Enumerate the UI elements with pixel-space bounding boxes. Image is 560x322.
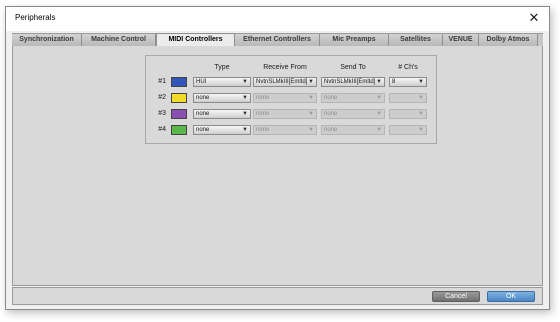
receive-from-value: none bbox=[256, 95, 270, 101]
tab-synchronization[interactable]: Synchronization bbox=[12, 34, 82, 46]
close-icon[interactable]: ✕ bbox=[527, 10, 541, 26]
send-to-dropdown: none ▼ bbox=[321, 125, 385, 135]
send-to-value: none bbox=[324, 111, 338, 117]
channels-value: 8 bbox=[392, 79, 396, 85]
peripherals-window: Peripherals ✕ Synchronization Machine Co… bbox=[5, 6, 550, 310]
chevron-down-icon: ▼ bbox=[308, 127, 314, 133]
chevron-down-icon: ▼ bbox=[308, 79, 314, 85]
chevron-down-icon: ▼ bbox=[308, 95, 314, 101]
chevron-down-icon: ▼ bbox=[376, 111, 382, 117]
send-to-value: none bbox=[324, 95, 338, 101]
channels-header: # Ch's bbox=[398, 64, 418, 71]
row-label: #1 bbox=[158, 78, 166, 85]
chevron-down-icon: ▼ bbox=[308, 111, 314, 117]
chevron-down-icon: ▼ bbox=[376, 79, 382, 85]
send-to-value: none bbox=[324, 127, 338, 133]
tab-satellites[interactable]: Satellites bbox=[389, 34, 443, 46]
send-to-dropdown: none ▼ bbox=[321, 93, 385, 103]
type-value: none bbox=[196, 127, 210, 133]
type-dropdown[interactable]: none ▼ bbox=[193, 93, 251, 103]
tab-venue[interactable]: VENUE bbox=[443, 34, 479, 46]
type-dropdown[interactable]: none ▼ bbox=[193, 125, 251, 135]
row-label: #4 bbox=[158, 126, 166, 133]
chevron-down-icon: ▼ bbox=[376, 95, 382, 101]
channels-dropdown: ▼ bbox=[389, 109, 427, 119]
type-value: none bbox=[196, 95, 210, 101]
controller-row: #2 none ▼ none ▼ none ▼ ▼ bbox=[146, 93, 436, 105]
window-title: Peripherals bbox=[15, 13, 56, 22]
tab-mic-preamps[interactable]: Mic Preamps bbox=[320, 34, 389, 46]
color-swatch[interactable] bbox=[171, 125, 187, 135]
channels-dropdown[interactable]: 8 ▼ bbox=[389, 77, 427, 87]
type-dropdown[interactable]: HUI ▼ bbox=[193, 77, 251, 87]
type-value: HUI bbox=[196, 79, 207, 85]
receive-from-dropdown: none ▼ bbox=[253, 125, 317, 135]
dialog-footer: Cancel OK bbox=[12, 287, 543, 305]
tab-bar: Synchronization Machine Control MIDI Con… bbox=[12, 33, 543, 47]
send-to-dropdown[interactable]: NvtnSLMkIII[Emltd] ▼ bbox=[321, 77, 385, 87]
tab-midi-controllers[interactable]: MIDI Controllers bbox=[156, 33, 235, 47]
midi-controllers-panel: Type Receive From Send To # Ch's #1 HUI ▼… bbox=[145, 55, 437, 144]
type-header: Type bbox=[214, 64, 230, 71]
receive-from-dropdown: none ▼ bbox=[253, 93, 317, 103]
controller-row: #3 none ▼ none ▼ none ▼ ▼ bbox=[146, 109, 436, 121]
tab-content: Type Receive From Send To # Ch's #1 HUI ▼… bbox=[12, 46, 543, 286]
receive-from-value: none bbox=[256, 127, 270, 133]
color-swatch[interactable] bbox=[171, 77, 187, 87]
controller-row: #4 none ▼ none ▼ none ▼ ▼ bbox=[146, 125, 436, 137]
title-bar: Peripherals ✕ bbox=[6, 7, 549, 31]
receive-from-value: none bbox=[256, 111, 270, 117]
tab-ethernet-controllers[interactable]: Ethernet Controllers bbox=[235, 34, 320, 46]
receive-from-dropdown: none ▼ bbox=[253, 109, 317, 119]
chevron-down-icon: ▼ bbox=[418, 95, 424, 101]
chevron-down-icon: ▼ bbox=[242, 79, 248, 85]
color-swatch[interactable] bbox=[171, 109, 187, 119]
tab-machine-control[interactable]: Machine Control bbox=[82, 34, 156, 46]
color-swatch[interactable] bbox=[171, 93, 187, 103]
receive-from-header: Receive From bbox=[263, 64, 307, 71]
type-dropdown[interactable]: none ▼ bbox=[193, 109, 251, 119]
chevron-down-icon: ▼ bbox=[418, 111, 424, 117]
chevron-down-icon: ▼ bbox=[242, 127, 248, 133]
channels-dropdown: ▼ bbox=[389, 125, 427, 135]
chevron-down-icon: ▼ bbox=[242, 111, 248, 117]
chevron-down-icon: ▼ bbox=[418, 79, 424, 85]
send-to-dropdown: none ▼ bbox=[321, 109, 385, 119]
row-label: #3 bbox=[158, 110, 166, 117]
controller-row: #1 HUI ▼ NvtnSLMkIII[Emltd] ▼ NvtnSLMkIII[… bbox=[146, 77, 436, 89]
receive-from-dropdown[interactable]: NvtnSLMkIII[Emltd] ▼ bbox=[253, 77, 317, 87]
row-label: #2 bbox=[158, 94, 166, 101]
type-value: none bbox=[196, 111, 210, 117]
tab-dolby-atmos[interactable]: Dolby Atmos bbox=[479, 34, 538, 46]
send-to-value: NvtnSLMkIII[Emltd] bbox=[324, 79, 376, 85]
chevron-down-icon: ▼ bbox=[242, 95, 248, 101]
ok-button[interactable]: OK bbox=[487, 291, 535, 302]
receive-from-value: NvtnSLMkIII[Emltd] bbox=[256, 79, 308, 85]
channels-dropdown: ▼ bbox=[389, 93, 427, 103]
send-to-header: Send To bbox=[340, 64, 366, 71]
chevron-down-icon: ▼ bbox=[418, 127, 424, 133]
chevron-down-icon: ▼ bbox=[376, 127, 382, 133]
cancel-button[interactable]: Cancel bbox=[432, 291, 480, 302]
